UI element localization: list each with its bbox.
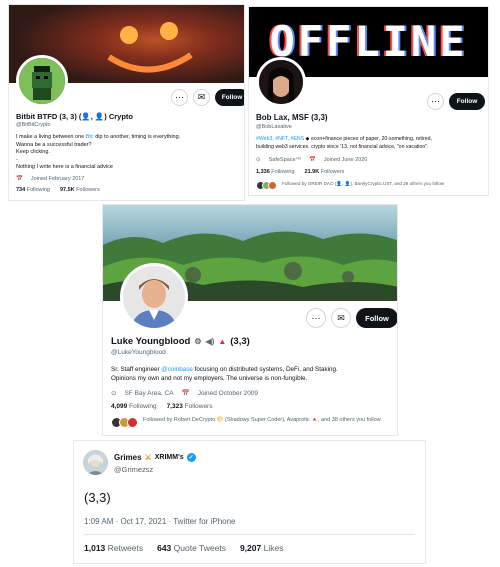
followers-link[interactable]: 21.9K Followers: [305, 169, 345, 175]
joined-date: Joined June 2020: [323, 157, 368, 163]
joined-date: Joined February 2017: [30, 176, 85, 182]
avatar[interactable]: [16, 55, 68, 107]
sword-icon: ⚔: [144, 453, 152, 462]
tweet-stats: 1,013 Retweets 643 Quote Tweets 9,207 Li…: [84, 543, 283, 553]
profile-name: Bob Lax, MSF (3,3): [256, 113, 328, 122]
follow-button[interactable]: Follow: [449, 93, 485, 110]
bio-link[interactable]: Btc: [86, 134, 94, 140]
profile-bio: I make a living between one Btc dip to a…: [16, 134, 181, 170]
verified-icon: ✓: [186, 453, 196, 462]
profile-actions: ⋯ ✉ Follow: [171, 89, 244, 106]
more-icon[interactable]: ⋯: [171, 89, 188, 106]
tweet-timestamp[interactable]: 1:09 AM · Oct 17, 2021 · Twitter for iPh…: [84, 517, 235, 526]
bio-mention-link[interactable]: @coinbase: [161, 366, 193, 373]
more-icon[interactable]: ⋯: [306, 308, 326, 328]
calendar-icon: 📅: [309, 157, 316, 163]
profile-handle: @LukeYoungblood: [111, 349, 166, 356]
following-link[interactable]: 1,336 Following: [256, 169, 295, 175]
avatar[interactable]: [83, 450, 108, 475]
tweet-author-handle[interactable]: @Grimezsz: [114, 465, 153, 474]
follower-avatars: [111, 417, 138, 428]
following-link[interactable]: 734 Following: [16, 187, 50, 193]
location-icon: ⊙: [256, 157, 261, 163]
tweet-text: (3,3): [84, 490, 111, 505]
profile-bio: #Web3, #NFT, #ENS ◆ econ+finance pieces …: [256, 136, 432, 150]
followed-by[interactable]: Followed by Robert DeCrypto 🌕 (Shadowy S…: [111, 417, 391, 428]
divider: [84, 534, 415, 535]
avatar[interactable]: [120, 263, 188, 331]
profile-card-bitbit: ⋯ ✉ Follow Bitbit BTFD (3, 3) (👤, 👤) Cry…: [8, 4, 245, 201]
profile-bio: Sr. Staff engineer @coinbase focusing on…: [111, 366, 338, 382]
location: SafeSpace™: [268, 157, 302, 163]
following-link[interactable]: 4,099 Following: [111, 403, 157, 410]
profile-actions: ⋯ ✉ Follow: [306, 308, 397, 328]
followers-link[interactable]: 7,323 Followers: [167, 403, 213, 410]
more-icon[interactable]: ⋯: [427, 93, 444, 110]
follow-button[interactable]: Follow: [356, 308, 397, 328]
message-icon[interactable]: ✉: [193, 89, 210, 106]
calendar-icon: 📅: [16, 176, 23, 182]
robot-icon: ⚙: [194, 337, 202, 346]
message-icon[interactable]: ✉: [331, 308, 351, 328]
bio-hashtags[interactable]: #Web3, #NFT, #ENS: [256, 136, 304, 142]
followed-by[interactable]: Followed by OREIR DAO (👤, 👤), BarelyCryp…: [256, 181, 488, 190]
profile-card-boblax: OFFLINE ⋯ Follow Bob Lax, MSF (3,3) @Bob…: [248, 6, 489, 196]
profile-stats: 734 Following 97.5K Followers: [16, 187, 100, 193]
profile-handle: @BitBitCrypto: [16, 122, 51, 128]
tweet-card: Grimes ⚔ XRIMM's ✓ @Grimezsz (3,3) 1:09 …: [73, 440, 426, 564]
profile-name: Luke Youngblood ⚙ ◀) ▲ (3,3): [111, 336, 250, 347]
location: SF Bay Area, CA: [124, 389, 174, 397]
profile-actions: ⋯ Follow: [427, 93, 485, 110]
followers-link[interactable]: 97.5K Followers: [60, 187, 100, 193]
location-icon: ⊙: [111, 390, 117, 397]
speaker-icon: ◀): [205, 337, 215, 346]
follower-avatars: [256, 181, 277, 190]
profile-meta: 📅 Joined February 2017: [16, 176, 84, 182]
avatar[interactable]: [256, 57, 306, 107]
profile-meta: ⊙ SafeSpace™ 📅 Joined June 2020: [256, 157, 367, 163]
profile-stats: 4,099 Following 7,323 Followers: [111, 403, 212, 410]
profile-meta: ⊙ SF Bay Area, CA 📅 Joined October 2009: [111, 389, 259, 398]
joined-date: Joined October 2009: [197, 389, 259, 397]
follow-button[interactable]: Follow: [215, 89, 244, 106]
retweets-link[interactable]: 1,013 Retweets: [84, 543, 143, 553]
likes-link[interactable]: 9,207 Likes: [240, 543, 284, 553]
tweet-author-name[interactable]: Grimes ⚔ XRIMM's ✓: [114, 453, 196, 462]
triangle-icon: ▲: [218, 337, 227, 346]
profile-card-luke: ⋯ ✉ Follow Luke Youngblood ⚙ ◀) ▲ (3,3) …: [102, 204, 398, 436]
profile-name: Bitbit BTFD (3, 3) (👤, 👤) Crypto: [16, 112, 134, 121]
calendar-icon: 📅: [181, 390, 190, 397]
profile-handle: @BobLaxative: [256, 124, 292, 130]
profile-stats: 1,336 Following 21.9K Followers: [256, 169, 344, 175]
quote-tweets-link[interactable]: 643 Quote Tweets: [157, 543, 226, 553]
